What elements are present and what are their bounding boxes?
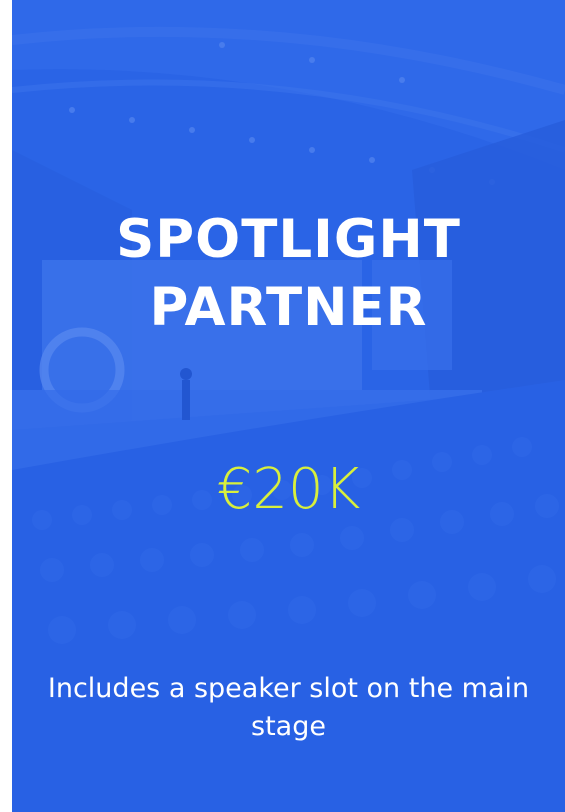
sponsorship-package-card: SPOTLIGHT PARTNER €20K Includes a speake… bbox=[12, 0, 565, 812]
title-line-2: PARTNER bbox=[149, 277, 428, 338]
package-description: Includes a speaker slot on the main stag… bbox=[47, 673, 530, 742]
package-title: SPOTLIGHT PARTNER bbox=[12, 206, 565, 342]
package-price: €20K bbox=[216, 457, 361, 522]
title-line-1: SPOTLIGHT bbox=[116, 209, 461, 270]
